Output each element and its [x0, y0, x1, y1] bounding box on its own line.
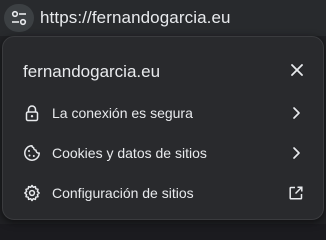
tune-icon	[10, 9, 28, 27]
site-settings-label: Configuración de sitios	[52, 185, 194, 201]
panel-title: fernandogarcia.eu	[23, 62, 161, 81]
chevron-right-icon	[287, 144, 305, 162]
chevron-right-icon	[287, 104, 305, 122]
site-info-panel: fernandogarcia.eu La conexión es segura	[2, 36, 324, 220]
cookies-site-data-label: Cookies y datos de sitios	[52, 145, 207, 161]
gear-icon	[23, 184, 41, 202]
site-info-button[interactable]	[4, 4, 34, 32]
cookies-site-data-item[interactable]: Cookies y datos de sitios	[3, 133, 323, 173]
site-settings-item[interactable]: Configuración de sitios	[3, 173, 323, 213]
close-button[interactable]	[287, 62, 307, 82]
close-icon	[291, 63, 303, 81]
open-in-new-icon	[287, 184, 305, 202]
lock-icon	[23, 104, 41, 122]
address-bar: https://fernandogarcia.eu	[0, 0, 326, 36]
cookie-icon	[23, 144, 41, 162]
url-text[interactable]: https://fernandogarcia.eu	[40, 8, 231, 28]
connection-security-item[interactable]: La conexión es segura	[3, 93, 323, 133]
browser-window: https://fernandogarcia.eu fernandogarcia…	[0, 0, 326, 224]
connection-security-label: La conexión es segura	[52, 105, 193, 121]
